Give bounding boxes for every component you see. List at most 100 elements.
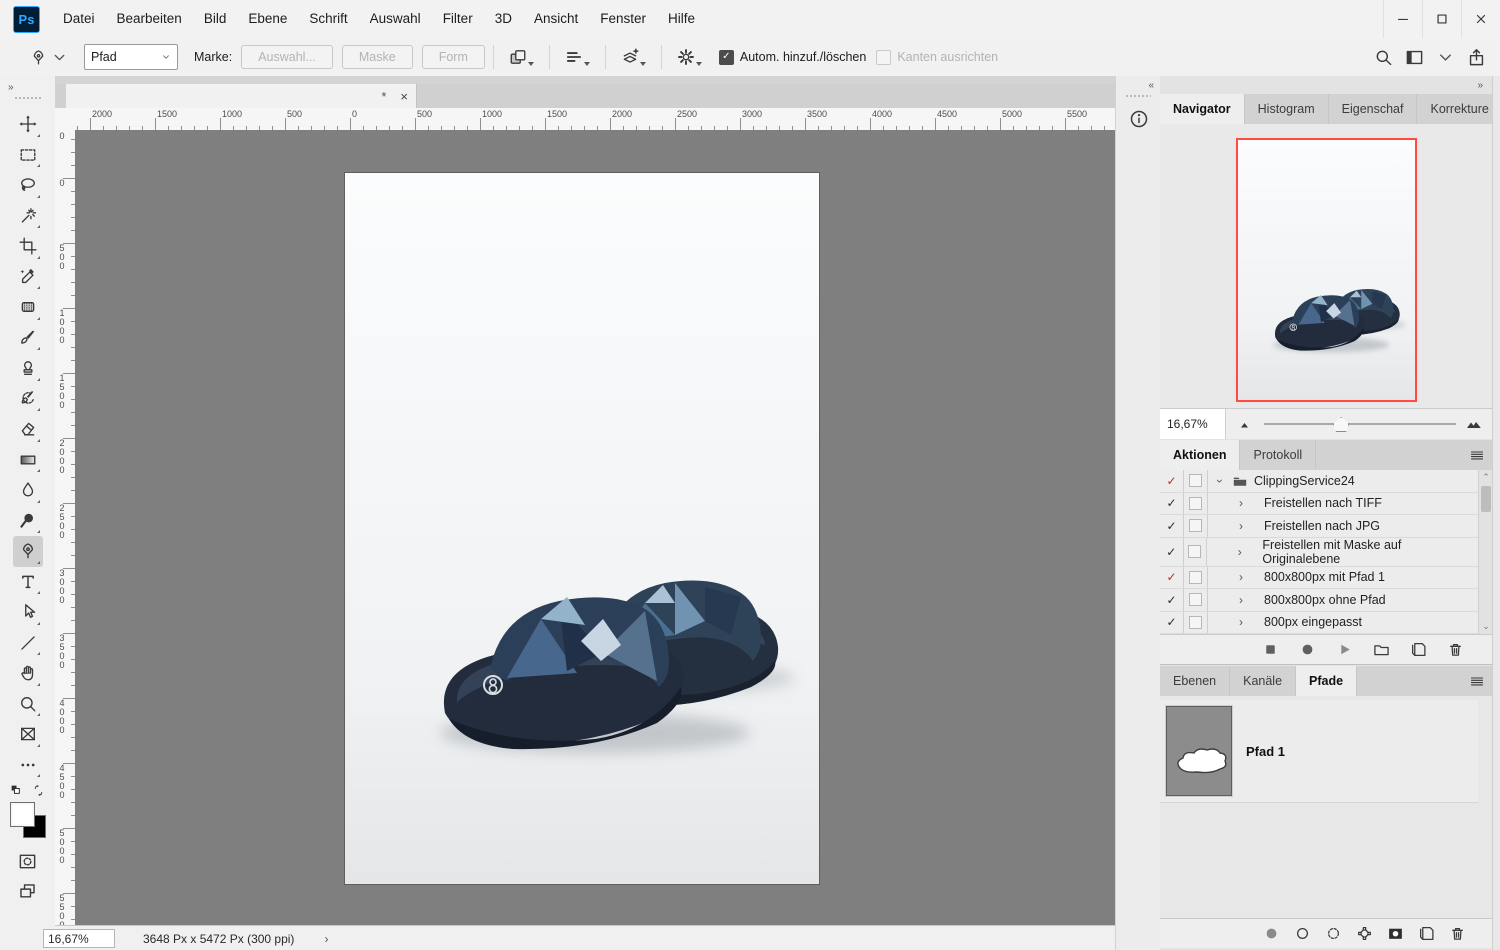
action-enabled-check-icon[interactable]: ✓ [1160,493,1184,515]
tool-magic-wand[interactable] [13,201,43,232]
info-panel-button[interactable] [1124,104,1153,134]
tab-eigenschaf[interactable]: Eigenschaf [1329,94,1418,124]
action-dialog-toggle[interactable] [1184,515,1208,537]
scroll-down-icon[interactable]: ⌄ [1481,621,1491,632]
tool-gradient[interactable] [13,445,43,476]
expand-action-icon[interactable]: › [1208,496,1256,510]
menu-fenster[interactable]: Fenster [589,0,657,38]
action-enabled-check-icon[interactable]: ✓ [1160,567,1184,589]
action-row[interactable]: ✓›800x800px mit Pfad 1 [1160,567,1478,590]
expand-action-icon[interactable]: › [1208,519,1256,533]
collapse-dock-button[interactable]: « [1148,80,1155,91]
path-from-selection-button[interactable] [1356,925,1373,943]
selection-from-path-button[interactable] [1325,925,1342,943]
slider-thumb[interactable] [1333,417,1349,432]
stop-button[interactable] [1262,641,1279,659]
tab-kanäle[interactable]: Kanäle [1230,666,1296,696]
expand-toolbar-button[interactable]: » [8,82,15,93]
navigator-zoom-slider[interactable] [1264,409,1456,439]
quick-mask-button[interactable] [13,846,43,876]
panel-menu-icon[interactable] [1462,440,1492,470]
search-icon[interactable] [1374,48,1393,67]
tool-history-brush[interactable] [13,384,43,415]
expand-dock-button[interactable]: » [1477,80,1484,91]
tab-pfade[interactable]: Pfade [1296,666,1357,696]
menu-hilfe[interactable]: Hilfe [657,0,706,38]
tool-pen[interactable] [13,536,43,567]
toolbar-grip[interactable] [14,96,42,101]
scrollbar-thumb[interactable] [1481,486,1491,512]
tool-zoom[interactable] [13,689,43,720]
path-thumbnail[interactable] [1166,706,1232,796]
document-canvas[interactable] [345,173,819,884]
chevron-down-icon[interactable] [1436,48,1455,67]
folder-button[interactable] [1373,641,1390,659]
tab-aktionen[interactable]: Aktionen [1160,440,1240,470]
tool-frame[interactable] [13,719,43,750]
tool-spot-healing[interactable] [13,292,43,323]
menu-ansicht[interactable]: Ansicht [523,0,589,38]
action-enabled-check-icon[interactable]: ✓ [1160,612,1184,634]
action-enabled-check-icon[interactable]: ✓ [1160,538,1184,566]
tool-blur[interactable] [13,475,43,506]
stroke-path-button[interactable] [1294,925,1311,943]
action-dialog-toggle[interactable] [1184,567,1208,589]
expand-action-icon[interactable]: › [1208,570,1256,584]
menu-auswahl[interactable]: Auswahl [359,0,432,38]
action-row[interactable]: ✓›800px eingepasst [1160,612,1478,635]
menu-filter[interactable]: Filter [432,0,484,38]
menu-ebene[interactable]: Ebene [237,0,298,38]
color-swatches[interactable] [10,802,46,838]
action-row[interactable]: ✓›Freistellen mit Maske auf Originaleben… [1160,538,1478,567]
tab-protokoll[interactable]: Protokoll [1240,440,1316,470]
action-dialog-toggle[interactable] [1184,493,1208,515]
new-path-button[interactable] [1418,925,1435,943]
new-action-button[interactable] [1410,641,1427,659]
document-tab[interactable]: * × [66,84,417,108]
align-icon[interactable] [565,45,590,69]
actions-scrollbar[interactable]: ⌃ ⌄ [1478,470,1493,634]
action-row[interactable]: ✓›ClippingService24 [1160,470,1478,493]
expand-action-icon[interactable]: › [1208,615,1256,629]
zoom-out-mountain-icon[interactable] [1238,415,1254,433]
trash-button[interactable] [1449,925,1466,943]
tab-ebenen[interactable]: Ebenen [1160,666,1230,696]
action-dialog-toggle[interactable] [1184,538,1208,566]
tab-korrekture[interactable]: Korrekture [1417,94,1500,124]
expand-action-icon[interactable]: › [1208,593,1256,607]
path-operations-icon[interactable] [509,45,534,69]
action-dialog-toggle[interactable] [1184,612,1208,634]
action-row[interactable]: ✓›Freistellen nach JPG [1160,515,1478,538]
path-row[interactable]: Pfad 1 [1160,700,1478,803]
menu-schrift[interactable]: Schrift [298,0,358,38]
tool-lasso[interactable] [13,170,43,201]
action-row[interactable]: ✓›Freistellen nach TIFF [1160,493,1478,516]
record-button[interactable] [1299,641,1316,659]
maximize-button[interactable] [1422,0,1461,38]
swap-colors-icon[interactable] [32,782,45,800]
scroll-up-icon[interactable]: ⌃ [1481,472,1491,483]
gear-icon[interactable] [677,45,702,69]
tab-histogram[interactable]: Histogram [1245,94,1329,124]
action-enabled-check-icon[interactable]: ✓ [1160,515,1184,537]
menu-datei[interactable]: Datei [52,0,106,38]
workspace-icon[interactable] [1405,48,1424,67]
fill-path-button[interactable] [1263,925,1280,943]
tool-more-tools[interactable] [13,750,43,781]
menu-bild[interactable]: Bild [193,0,238,38]
tool-rectangular-marquee[interactable] [13,140,43,171]
tool-move[interactable] [13,109,43,140]
menu-bearbeiten[interactable]: Bearbeiten [106,0,193,38]
tool-preset-picker[interactable] [30,49,68,66]
status-chevron-icon[interactable]: › [324,932,328,946]
add-mask-button[interactable] [1387,925,1404,943]
status-zoom-field[interactable]: 16,67% [43,929,115,948]
play-button[interactable] [1336,641,1353,659]
screen-mode-button[interactable] [13,876,43,906]
navigator-proxy-view[interactable] [1238,140,1415,400]
action-enabled-check-icon[interactable]: ✓ [1160,589,1184,611]
menu-3d[interactable]: 3D [484,0,523,38]
zoom-in-mountain-icon[interactable] [1466,415,1482,433]
minimize-button[interactable] [1383,0,1422,38]
tool-hand[interactable] [13,658,43,689]
